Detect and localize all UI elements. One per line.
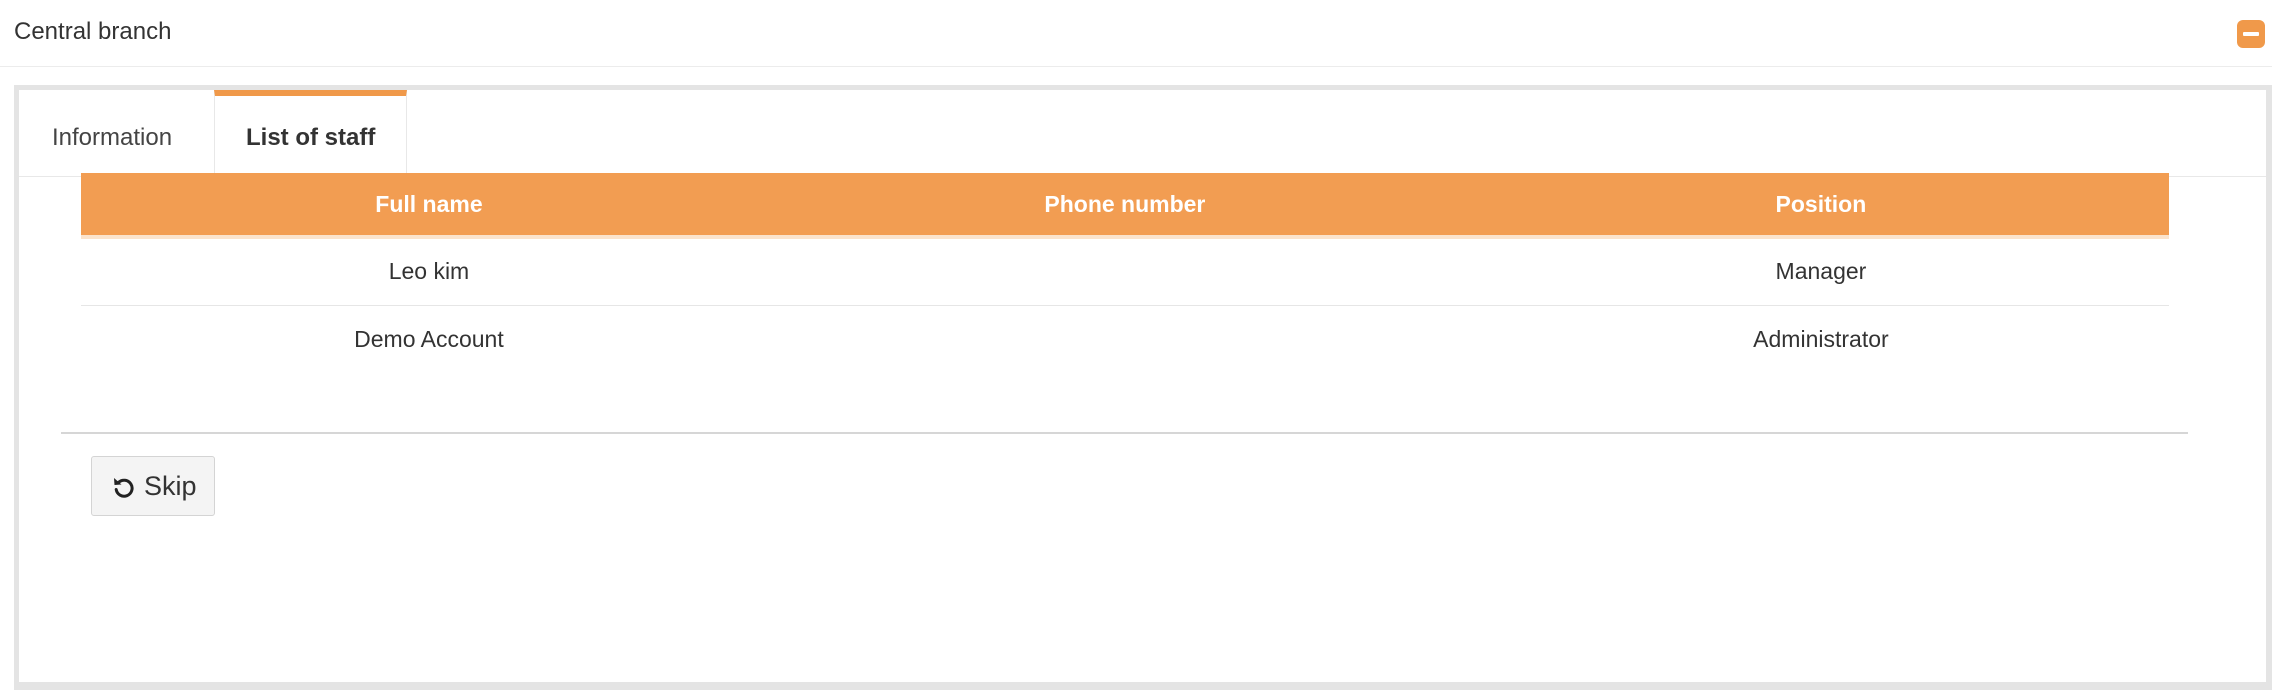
column-header-full-name: Full name <box>81 173 777 239</box>
tab-list-of-staff[interactable]: List of staff <box>214 90 407 178</box>
cell-phone-number <box>776 237 1473 306</box>
undo-icon <box>114 478 134 498</box>
minus-square-icon <box>2243 32 2259 36</box>
page-title: Central branch <box>14 18 172 45</box>
skip-button[interactable]: Skip <box>91 456 215 516</box>
column-header-position: Position <box>1472 173 2169 239</box>
table-row: Demo Account Administrator <box>81 305 2169 373</box>
tab-information-label: Information <box>52 124 173 151</box>
table-row: Leo kim Manager <box>81 237 2169 306</box>
cell-position: Administrator <box>1753 325 1889 352</box>
cell-position: Manager <box>1472 237 2169 306</box>
staff-table: Full name Phone number Position Leo kim … <box>81 173 2169 373</box>
form-divider <box>61 432 2188 434</box>
column-header-phone-number: Phone number <box>776 173 1473 239</box>
tab-bar: Information List of staff <box>19 90 2266 178</box>
tab-list-of-staff-label: List of staff <box>246 124 376 151</box>
cell-full-name: Demo Account <box>354 325 504 352</box>
tab-information[interactable]: Information <box>19 90 216 177</box>
collapse-button[interactable] <box>2237 20 2265 48</box>
staff-table-container: Full name Phone number Position Leo kim … <box>81 173 2169 373</box>
table-header-row: Full name Phone number Position <box>81 173 2169 239</box>
cell-full-name: Leo kim <box>81 237 777 306</box>
page-header: Central branch <box>0 0 2272 67</box>
cell-phone-number <box>777 305 1473 373</box>
skip-button-label: Skip <box>144 471 197 501</box>
